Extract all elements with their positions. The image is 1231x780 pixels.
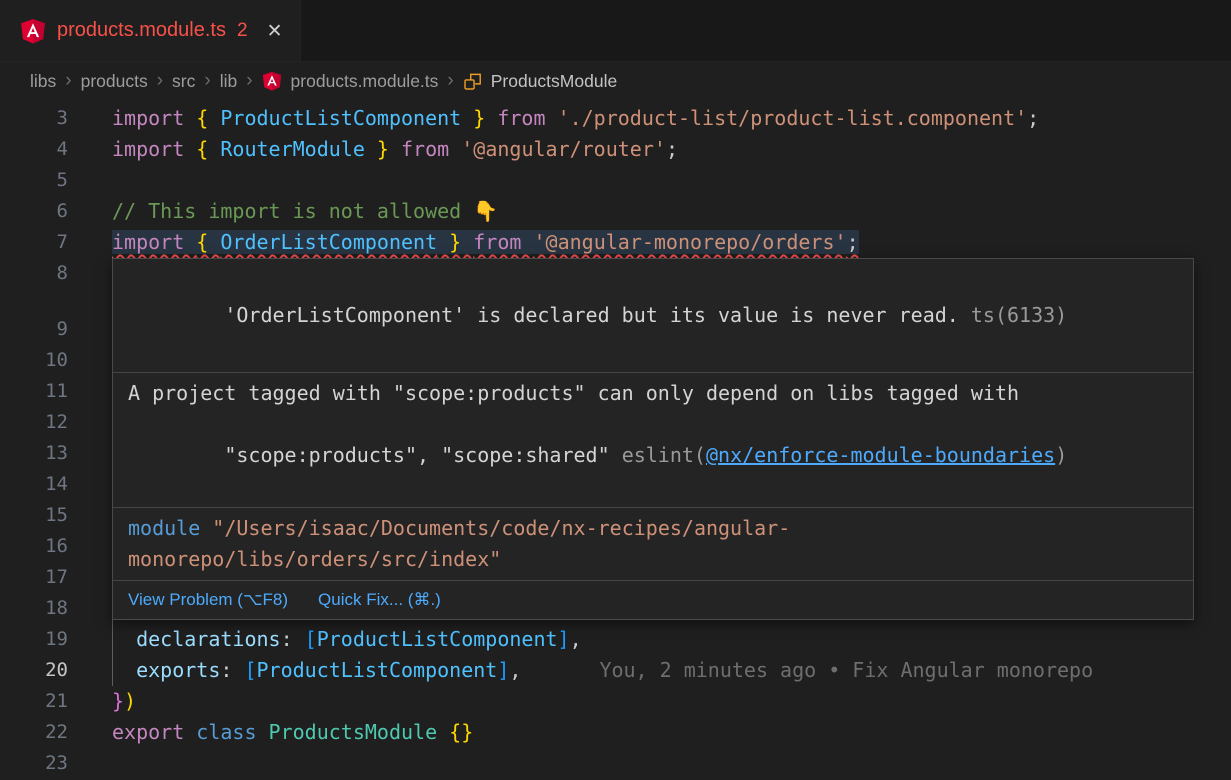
indent-guide: [112, 655, 136, 686]
tab-problems-badge: 2: [237, 20, 248, 42]
breadcrumb-item-symbol[interactable]: ProductsModule: [491, 71, 617, 92]
line-number[interactable]: 17: [0, 562, 68, 593]
view-problem-link[interactable]: View Problem (⌥F8): [128, 587, 288, 613]
eslint-error-text-line1: A project tagged with "scope:products" c…: [128, 381, 1019, 405]
line-number[interactable]: 18: [0, 593, 68, 624]
line-number[interactable]: 11: [0, 376, 68, 407]
hover-eslint-message: A project tagged with "scope:products" c…: [113, 373, 1193, 508]
close-icon[interactable]: ✕: [267, 20, 283, 42]
module-keyword: module: [128, 516, 212, 540]
code-content: import { ProductListComponent } from './…: [112, 103, 1039, 134]
line-number[interactable]: 10: [0, 345, 68, 376]
angular-icon: [20, 18, 46, 44]
line-number[interactable]: 5: [0, 165, 68, 196]
line-number[interactable]: 6: [0, 196, 68, 227]
line-number[interactable]: 20: [0, 655, 68, 686]
line-number[interactable]: 4: [0, 134, 68, 165]
tab-bar: products.module.ts 2 ✕: [0, 0, 1231, 62]
breadcrumb-item-file[interactable]: products.module.ts: [291, 71, 439, 92]
class-symbol-icon: [463, 72, 482, 91]
code-line[interactable]: 22 export class ProductsModule {}: [0, 717, 1231, 748]
code-line[interactable]: 4 import { RouterModule } from '@angular/…: [0, 134, 1231, 165]
code-line[interactable]: 7 import { OrderListComponent } from '@an…: [0, 227, 1231, 258]
breadcrumb: libs › products › src › lib › products.m…: [0, 62, 1231, 100]
chevron-right-icon: ›: [447, 70, 453, 92]
hover-ts-message: 'OrderListComponent' is declared but its…: [113, 259, 1193, 373]
code-line[interactable]: 19 declarations: [ProductListComponent],: [0, 624, 1231, 655]
code-content: exports: [ProductListComponent],You, 2 m…: [112, 655, 1093, 686]
code-content: import { OrderListComponent } from '@ang…: [112, 227, 859, 258]
chevron-right-icon: ›: [204, 70, 210, 92]
line-number[interactable]: 12: [0, 407, 68, 438]
breadcrumb-item-libs[interactable]: libs: [30, 71, 56, 92]
editor[interactable]: 3 import { ProductListComponent } from '.…: [0, 100, 1231, 780]
module-path-line2: monorepo/libs/orders/src/index": [128, 547, 501, 571]
code-line[interactable]: 3 import { ProductListComponent } from '.…: [0, 103, 1231, 134]
line-number[interactable]: 23: [0, 748, 68, 779]
line-number[interactable]: 7: [0, 227, 68, 258]
indent-guide: [112, 624, 136, 655]
module-path-line1: "/Users/isaac/Documents/code/nx-recipes/…: [212, 516, 790, 540]
line-number[interactable]: 9: [0, 314, 68, 345]
code-line[interactable]: 21}): [0, 686, 1231, 717]
ts-error-source: ts(6133): [959, 303, 1067, 327]
chevron-right-icon: ›: [65, 70, 71, 92]
eslint-source-open: eslint(: [622, 443, 706, 467]
breadcrumb-item-lib[interactable]: lib: [220, 71, 238, 92]
angular-icon: [262, 71, 282, 91]
git-blame-annotation: You, 2 minutes ago • Fix Angular monorep…: [599, 658, 1093, 682]
code-line[interactable]: 5: [0, 165, 1231, 196]
eslint-error-text-line2: "scope:products", "scope:shared": [224, 443, 621, 467]
hover-module-info: module "/Users/isaac/Documents/code/nx-r…: [113, 508, 1193, 581]
code-content: }): [112, 686, 136, 717]
breadcrumb-item-products[interactable]: products: [81, 71, 148, 92]
line-number[interactable]: 15: [0, 500, 68, 531]
line-number[interactable]: 21: [0, 686, 68, 717]
line-number[interactable]: 13: [0, 438, 68, 469]
code-line[interactable]: 20 exports: [ProductListComponent],You, 2…: [0, 655, 1231, 686]
breadcrumb-item-src[interactable]: src: [172, 71, 195, 92]
line-number[interactable]: 14: [0, 469, 68, 500]
hover-widget: 'OrderListComponent' is declared but its…: [112, 258, 1194, 620]
chevron-right-icon: ›: [246, 70, 252, 92]
chevron-right-icon: ›: [157, 70, 163, 92]
line-number[interactable]: 22: [0, 717, 68, 748]
line-number[interactable]: 16: [0, 531, 68, 562]
tab-title: products.module.ts: [57, 19, 226, 42]
code-line[interactable]: 6 // This import is not allowed 👇: [0, 196, 1231, 227]
eslint-rule-link[interactable]: @nx/enforce-module-boundaries: [706, 443, 1055, 467]
code-content: // This import is not allowed 👇: [112, 196, 498, 227]
quick-fix-link[interactable]: Quick Fix... (⌘.): [318, 587, 441, 613]
line-number[interactable]: 19: [0, 624, 68, 655]
ts-error-text: 'OrderListComponent' is declared but its…: [224, 303, 959, 327]
code-content: import { RouterModule } from '@angular/r…: [112, 134, 678, 165]
code-content: declarations: [ProductListComponent],: [112, 624, 582, 655]
line-number[interactable]: 3: [0, 103, 68, 134]
line-number[interactable]: 8: [0, 258, 68, 289]
tab-products-module[interactable]: products.module.ts 2 ✕: [0, 0, 301, 61]
code-content: export class ProductsModule {}: [112, 717, 473, 748]
hover-actions: View Problem (⌥F8) Quick Fix... (⌘.): [113, 581, 1193, 619]
code-line[interactable]: 23: [0, 748, 1231, 779]
eslint-source-close: ): [1055, 443, 1067, 467]
